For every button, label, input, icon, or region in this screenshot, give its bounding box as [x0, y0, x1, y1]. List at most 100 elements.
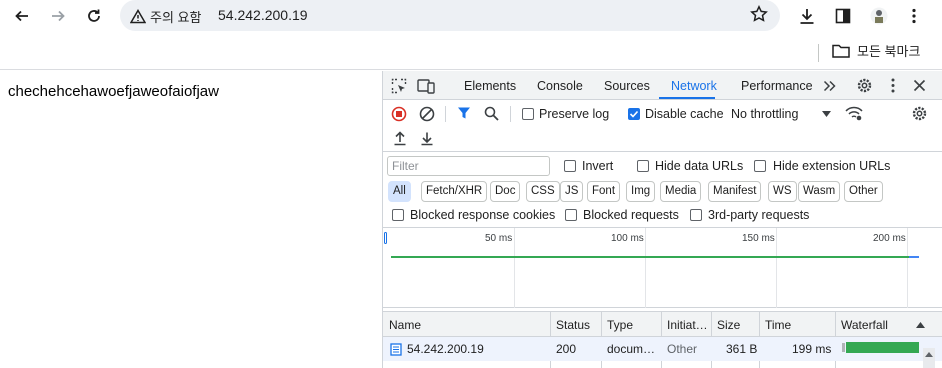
export-har-button[interactable] — [420, 131, 434, 151]
devtools-panel: Elements Console Sources Network Perform… — [382, 71, 942, 368]
back-button[interactable] — [10, 4, 34, 28]
gear-icon — [912, 106, 927, 121]
clear-button[interactable] — [419, 106, 435, 127]
type-filter-other[interactable]: Other — [844, 181, 883, 202]
hide-data-urls-checkbox[interactable] — [637, 160, 649, 172]
request-initiator: Other — [667, 342, 698, 356]
forward-button[interactable] — [46, 4, 70, 28]
arrow-left-icon — [15, 10, 28, 22]
inspect-element-button[interactable] — [391, 78, 407, 99]
type-filter-fetch-xhr[interactable]: Fetch/XHR — [421, 181, 488, 202]
third-party-requests-label: 3rd-party requests — [708, 208, 810, 222]
table-scrollbar[interactable] — [923, 348, 935, 368]
timeline-load-marker — [909, 256, 919, 258]
tab-performance[interactable]: Performance — [741, 79, 813, 93]
waterfall-queue-bar — [842, 343, 845, 352]
request-type: docum… — [607, 342, 656, 356]
timeline-gridline — [645, 228, 646, 308]
type-filter-doc[interactable]: Doc — [490, 181, 521, 202]
tab-elements[interactable]: Elements — [464, 79, 516, 93]
import-har-button[interactable] — [393, 131, 407, 151]
blocked-requests-checkbox[interactable] — [565, 209, 577, 221]
devtools-tab-bar: Elements Console Sources Network Perform… — [383, 71, 942, 100]
column-header-name[interactable]: Name — [389, 318, 421, 332]
type-filter-media[interactable]: Media — [660, 181, 702, 202]
type-filter-js[interactable]: JS — [560, 181, 584, 202]
type-filter-css[interactable]: CSS — [526, 181, 560, 202]
search-button[interactable] — [484, 106, 499, 126]
kebab-menu-icon — [891, 78, 895, 93]
filter-bar: Filter Invert Hide data URLs Hide extens… — [383, 152, 942, 228]
more-tabs-button[interactable] — [823, 79, 836, 97]
hide-extension-urls-label: Hide extension URLs — [773, 159, 891, 173]
blocked-response-cookies-checkbox[interactable] — [392, 209, 404, 221]
arrow-right-icon — [52, 10, 65, 22]
wifi-settings-icon — [845, 106, 863, 121]
all-bookmarks-button[interactable]: 모든 북마크 — [832, 41, 920, 60]
timeline-tick-label: 100 ms — [611, 233, 644, 244]
close-devtools-button[interactable] — [913, 79, 926, 97]
filter-toggle-button[interactable] — [457, 106, 471, 125]
column-header-initiator[interactable]: Initiat… — [667, 318, 708, 332]
hide-extension-urls-checkbox[interactable] — [754, 160, 766, 172]
device-toolbar-button[interactable] — [417, 78, 435, 99]
network-overview-timeline[interactable]: 50 ms 100 ms 150 ms 200 ms — [383, 228, 942, 308]
funnel-icon — [458, 107, 470, 119]
clear-icon — [419, 106, 435, 122]
table-row[interactable]: 54.242.200.19 200 docum… Other 361 B 199… — [383, 337, 942, 361]
sort-ascending-icon — [916, 322, 925, 328]
reload-icon — [88, 9, 100, 22]
waterfall-bar — [846, 342, 919, 353]
column-header-time[interactable]: Time — [765, 318, 791, 332]
type-filter-img[interactable]: Img — [626, 181, 656, 202]
gear-icon — [857, 78, 872, 93]
all-bookmarks-label: 모든 북마크 — [857, 44, 921, 59]
timeline-tick-label: 150 ms — [742, 233, 775, 244]
preserve-log-checkbox[interactable] — [522, 108, 534, 120]
devtools-settings-button[interactable] — [856, 77, 873, 99]
tab-sources[interactable]: Sources — [604, 79, 650, 93]
tab-console[interactable]: Console — [537, 79, 583, 93]
bookmark-star-button[interactable] — [750, 5, 768, 28]
throttling-select[interactable]: No throttling — [731, 105, 837, 123]
checkmark-icon — [629, 110, 639, 118]
browser-toolbar: 주의 요함 54.242.200.19 — [0, 0, 942, 32]
type-filter-all[interactable]: All — [388, 181, 411, 202]
type-filter-wasm[interactable]: Wasm — [798, 181, 841, 202]
active-tab-indicator — [659, 97, 715, 99]
disable-cache-checkbox[interactable] — [628, 108, 640, 120]
invert-checkbox[interactable] — [564, 160, 576, 172]
download-button[interactable] — [795, 4, 819, 28]
preserve-log-label: Preserve log — [539, 107, 610, 121]
third-party-requests-checkbox[interactable] — [690, 209, 702, 221]
avatar-icon — [870, 7, 888, 25]
column-header-type[interactable]: Type — [607, 318, 633, 332]
url-text[interactable]: 54.242.200.19 — [218, 7, 308, 23]
timeline-tick-label: 200 ms — [873, 233, 906, 244]
network-settings-button[interactable] — [911, 105, 928, 127]
network-conditions-button[interactable] — [845, 106, 863, 126]
profile-avatar[interactable] — [867, 4, 891, 28]
column-header-waterfall[interactable]: Waterfall — [841, 318, 888, 332]
filter-input[interactable]: Filter — [387, 156, 550, 176]
reload-button[interactable] — [82, 4, 106, 28]
folder-icon — [832, 44, 850, 58]
devtools-menu-button[interactable] — [891, 78, 895, 98]
tab-network[interactable]: Network — [671, 79, 717, 93]
timeline-left-handle[interactable] — [384, 232, 387, 244]
side-panel-icon — [835, 8, 851, 24]
chevron-double-right-icon — [823, 80, 836, 92]
address-bar[interactable]: 주의 요함 54.242.200.19 — [120, 0, 780, 31]
menu-button[interactable] — [902, 4, 926, 28]
type-filter-ws[interactable]: WS — [768, 181, 797, 202]
hide-data-urls-label: Hide data URLs — [655, 159, 744, 173]
column-header-status[interactable]: Status — [556, 318, 590, 332]
record-button[interactable] — [391, 106, 407, 127]
side-panel-button[interactable] — [831, 4, 855, 28]
column-header-size[interactable]: Size — [717, 318, 740, 332]
security-warning[interactable]: 주의 요함 — [130, 7, 201, 26]
type-filter-manifest[interactable]: Manifest — [708, 181, 762, 202]
type-filter-font[interactable]: Font — [587, 181, 621, 202]
record-icon — [391, 106, 407, 122]
toolbar-divider — [510, 106, 511, 122]
